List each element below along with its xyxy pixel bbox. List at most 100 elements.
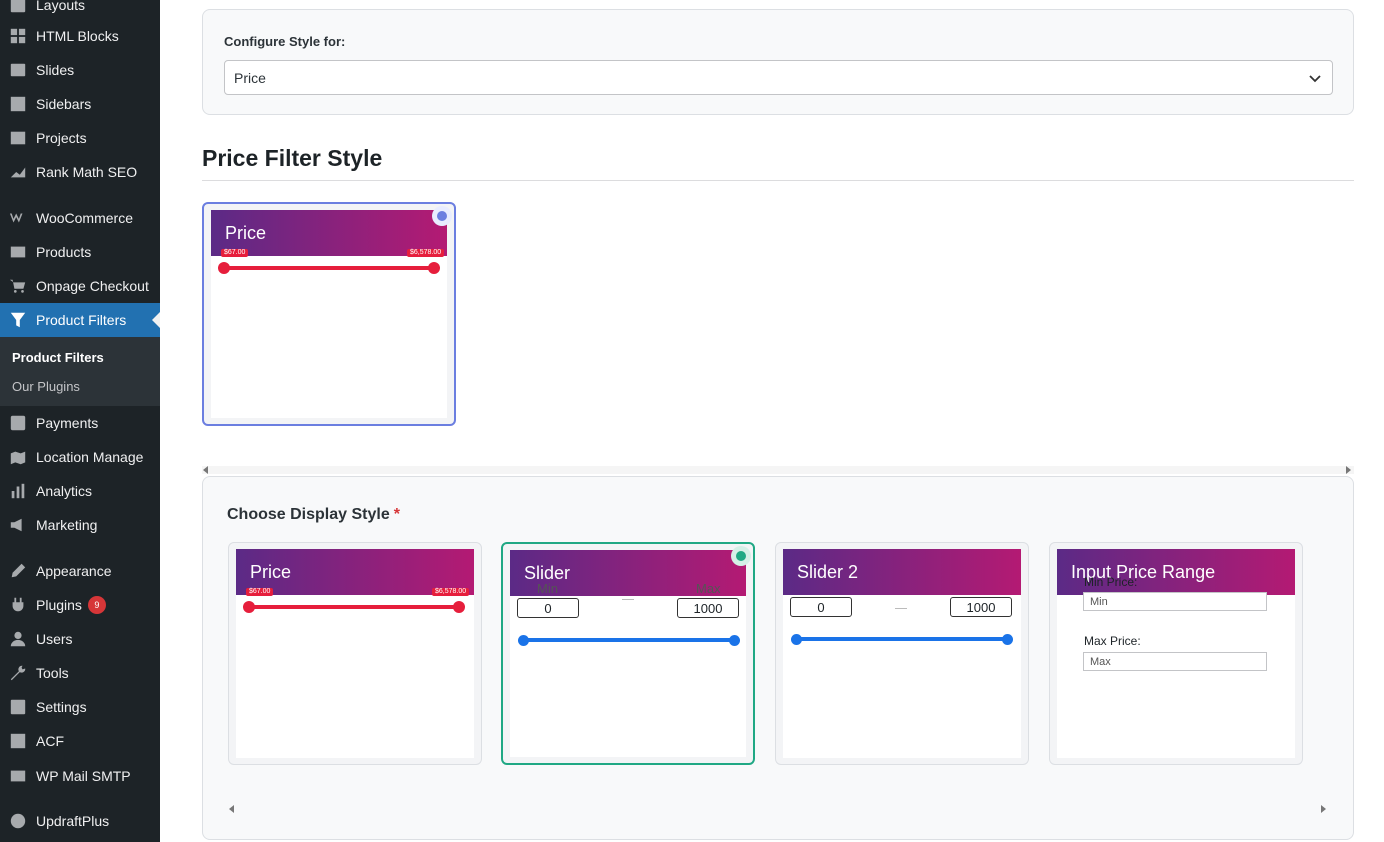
range-max-tooltip: $6,578.00 [407, 249, 445, 257]
woocommerce-icon [8, 208, 28, 228]
max-price-label: Max Price: [1084, 634, 1141, 648]
cart-icon [8, 276, 28, 296]
range-max-handle[interactable] [428, 262, 440, 274]
acf-icon [8, 731, 28, 751]
display-style-card-price[interactable]: Price $67.00 $6,578.00 [228, 542, 482, 765]
slider-min-input[interactable]: 0 [517, 598, 579, 618]
analytics-icon [8, 481, 28, 501]
sidebar-item-label: UpdraftPlus [36, 813, 110, 829]
filter-icon [8, 310, 28, 330]
sidebar-item-appearance[interactable]: Appearance [0, 554, 160, 588]
sidebar-item-label: Rank Math SEO [36, 164, 138, 180]
sidebar-item-label: Location Manage [36, 449, 144, 465]
sidebar-item-analytics[interactable]: Analytics [0, 474, 160, 508]
sidebar-item-slides[interactable]: Slides [0, 53, 160, 87]
range-min-tooltip: $67.00 [246, 588, 274, 596]
chevron-down-icon [1309, 75, 1321, 83]
rank-math-icon [8, 162, 28, 182]
sidebar-item-products[interactable]: Products [0, 235, 160, 269]
scroll-right-icon[interactable] [1346, 466, 1351, 474]
products-icon [8, 242, 28, 262]
scroll-left-icon[interactable] [203, 466, 208, 474]
slider-min-input[interactable]: 0 [790, 597, 852, 617]
range-min-tooltip: $67.00 [221, 249, 249, 257]
min-price-input[interactable]: Min [1083, 592, 1267, 611]
marketing-icon [8, 515, 28, 535]
scroll-left-icon[interactable] [229, 805, 234, 813]
sidebar-item-updraftplus[interactable]: UpdraftPlus [0, 804, 160, 838]
submenu-item-product-filters[interactable]: Product Filters [12, 350, 104, 365]
sidebar-item-users[interactable]: Users [0, 622, 160, 656]
sidebar-item-label: Tools [36, 665, 69, 681]
range-track [224, 266, 436, 270]
sidebar-item-label: Products [36, 244, 92, 260]
display-style-card-slider[interactable]: Slider Min Max 0 1000 [501, 542, 755, 765]
plugins-icon [8, 595, 28, 615]
sidebar-item-rank-math[interactable]: Rank Math SEO [0, 155, 160, 189]
sidebar-item-label: WP Mail SMTP [36, 768, 131, 784]
configure-style-label: Configure Style for: [224, 34, 346, 49]
location-icon [8, 447, 28, 467]
html-blocks-icon [8, 26, 28, 46]
sidebar-item-woocommerce[interactable]: WooCommerce [0, 201, 160, 235]
sidebar-item-html-blocks[interactable]: HTML Blocks [0, 19, 160, 53]
slider-max-label: Max [696, 581, 721, 596]
payments-icon [8, 413, 28, 433]
sidebar-item-onpage-checkout[interactable]: Onpage Checkout [0, 269, 160, 303]
display-style-card-slider-2[interactable]: Slider 2 0 1000 [775, 542, 1029, 765]
max-price-input[interactable]: Max [1083, 652, 1267, 671]
sidebar-item-tools[interactable]: Tools [0, 656, 160, 690]
sidebar-item-payments[interactable]: Payments [0, 406, 160, 440]
sidebar-item-plugins[interactable]: Plugins 9 [0, 588, 160, 622]
slider-max-input[interactable]: 1000 [677, 598, 739, 618]
card-preview: Price $67.00 $6,578.00 [236, 549, 474, 758]
price-filter-style-card[interactable]: Price $67.00 $6,578.00 [202, 202, 456, 426]
display-style-card-input-range[interactable]: Input Price Range Min Price: Min Max Pri… [1049, 542, 1303, 765]
slider-max-handle[interactable] [1002, 634, 1013, 645]
sidebar-item-wp-mail-smtp[interactable]: WP Mail SMTP [0, 759, 160, 793]
sidebar-item-label: ACF [36, 733, 64, 749]
sidebar-item-label: Onpage Checkout [36, 278, 149, 294]
range-min-handle[interactable] [243, 601, 255, 613]
range-min-handle[interactable] [218, 262, 230, 274]
sidebar-item-label: Marketing [36, 517, 98, 533]
updraft-icon [8, 811, 28, 831]
sidebar-item-product-filters[interactable]: Product Filters [0, 303, 160, 337]
sidebar-item-projects[interactable]: Projects [0, 121, 160, 155]
slider-max-handle[interactable] [729, 635, 740, 646]
submenu-item-our-plugins[interactable]: Our Plugins [12, 379, 80, 394]
sidebar-item-label: Payments [36, 415, 99, 431]
slider-track [796, 637, 1008, 641]
sidebar-item-label: Slides [36, 62, 75, 78]
sidebar-item-label: Users [36, 631, 73, 647]
sidebar-item-acf[interactable]: ACF [0, 724, 160, 758]
horizontal-scrollbar[interactable] [202, 466, 1354, 474]
mail-icon [8, 766, 28, 786]
sidebar-item-label: Product Filters [36, 312, 127, 328]
slider-min-handle[interactable] [791, 634, 802, 645]
sidebar-item-settings[interactable]: Settings [0, 690, 160, 724]
sidebar-item-sidebars[interactable]: Sidebars [0, 87, 160, 121]
main-content: Configure Style for: Price Price Filter … [160, 0, 1384, 842]
configure-style-panel: Configure Style for: Price [202, 9, 1354, 115]
range-max-tooltip: $6,578.00 [432, 588, 470, 596]
range-track [249, 605, 461, 609]
sidebar-item-marketing[interactable]: Marketing [0, 508, 160, 542]
scroll-right-icon[interactable] [1321, 805, 1326, 813]
slider-track [523, 638, 735, 642]
sidebar-item-location-manage[interactable]: Location Manage [0, 440, 160, 474]
card-preview: Price $67.00 $6,578.00 [211, 210, 447, 418]
slider-min-label: Min [537, 581, 558, 596]
sidebar-item-label: Appearance [36, 563, 112, 579]
slider-max-input[interactable]: 1000 [950, 597, 1012, 617]
card-header: Slider 2 [783, 549, 1021, 595]
configure-style-select[interactable]: Price [224, 60, 1333, 95]
required-mark: * [393, 506, 400, 523]
section-title: Price Filter Style [202, 145, 383, 171]
slider-min-handle[interactable] [518, 635, 529, 646]
settings-icon [8, 697, 28, 717]
sidebar-item-label: Settings [36, 699, 87, 715]
range-separator [895, 608, 907, 609]
range-max-handle[interactable] [453, 601, 465, 613]
configure-style-value: Price [234, 69, 266, 86]
